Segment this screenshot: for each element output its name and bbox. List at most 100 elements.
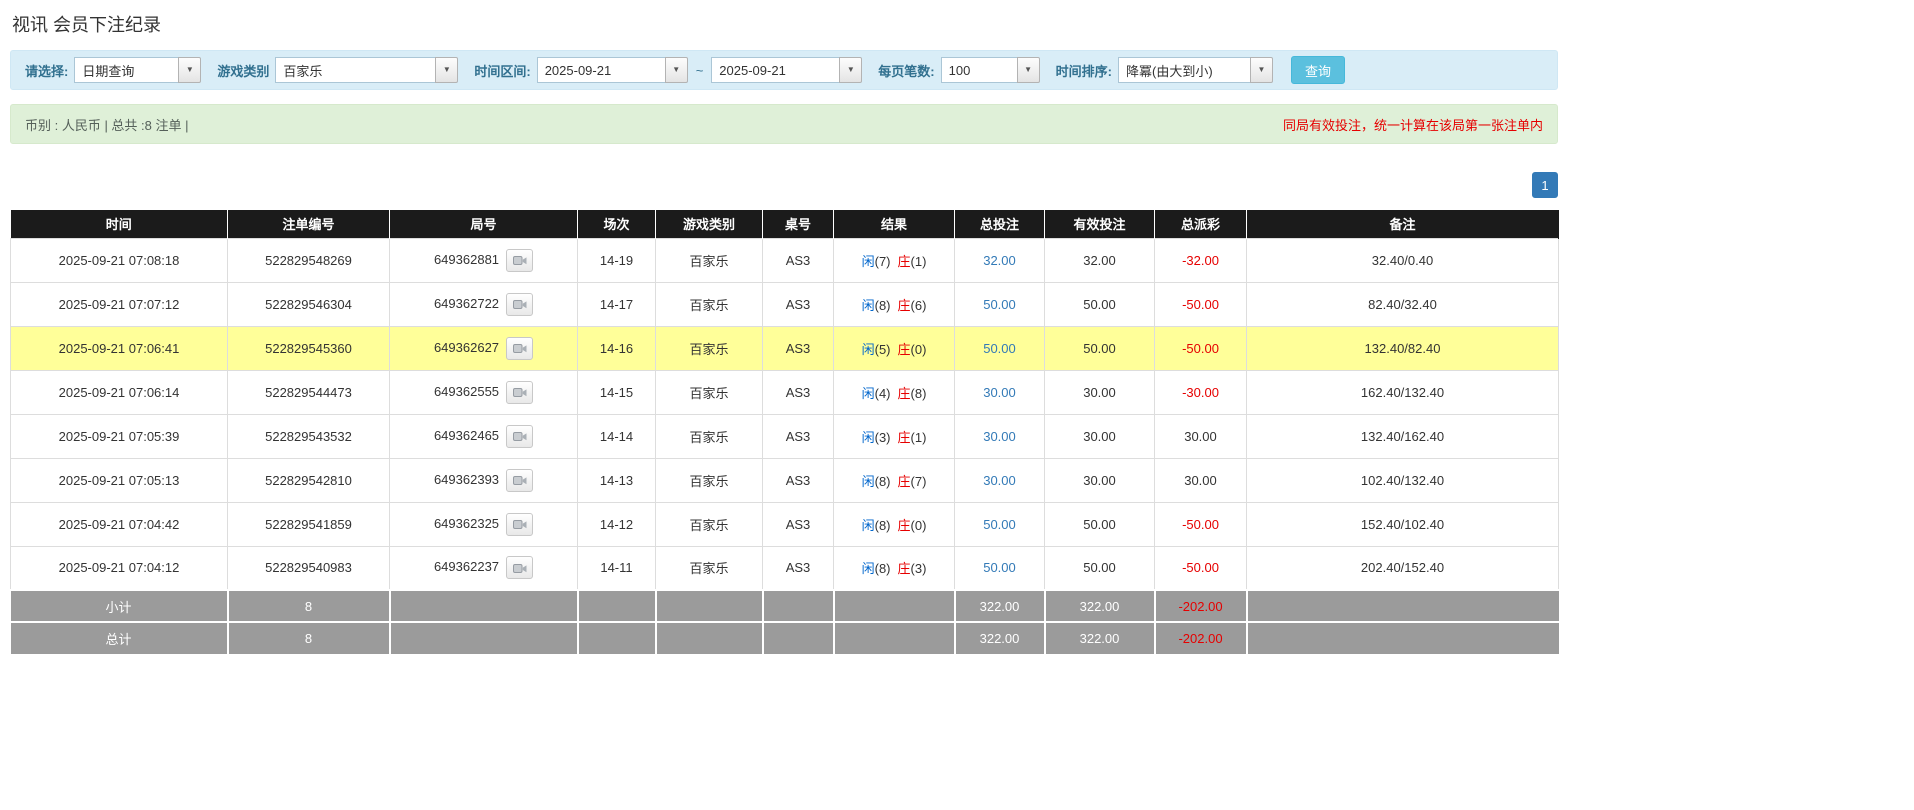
- video-camera-icon: [512, 342, 527, 354]
- date-to-dropdown-button[interactable]: ▼: [839, 57, 863, 83]
- video-replay-button[interactable]: [506, 512, 534, 536]
- cell-table-no: AS3: [762, 325, 834, 371]
- video-camera-icon: [512, 562, 527, 574]
- video-replay-button[interactable]: [506, 248, 534, 272]
- search-button[interactable]: 查询: [1290, 56, 1345, 84]
- video-replay-button[interactable]: [506, 556, 534, 580]
- select-type-dropdown-button[interactable]: ▼: [178, 57, 202, 83]
- result-banker-count: (0): [910, 517, 927, 533]
- header-note: 备注: [1246, 210, 1559, 238]
- video-camera-icon: [512, 474, 527, 486]
- video-replay-button[interactable]: [506, 292, 534, 316]
- game-type-dropdown-button[interactable]: ▼: [435, 57, 459, 83]
- result-player-count: (8): [874, 561, 891, 577]
- table-row: 2025-09-21 07:08:18 522829548269 649362881…: [10, 237, 1559, 283]
- total-bet-link[interactable]: 50.00: [983, 517, 1016, 532]
- cell-bet-id: 522829542810: [227, 457, 390, 503]
- table-row: 2025-09-21 07:05:13 522829542810 649362393…: [10, 457, 1559, 503]
- cell-time: 2025-09-21 07:04:42: [10, 501, 228, 547]
- header-total-bet: 总投注: [954, 210, 1045, 238]
- cell-time: 2025-09-21 07:07:12: [10, 281, 228, 327]
- sort-order-combo: ▼: [1117, 57, 1273, 83]
- game-type-input[interactable]: [275, 57, 436, 83]
- cell-table-no: AS3: [762, 545, 834, 591]
- video-camera-icon: [512, 430, 527, 442]
- cell-result: 闲(8) 庄(3): [833, 545, 955, 591]
- pagination: 1: [10, 172, 1558, 198]
- sort-order-input[interactable]: [1117, 57, 1250, 83]
- select-type-input[interactable]: [74, 57, 179, 83]
- cell-table-no: AS3: [762, 457, 834, 503]
- sort-order-dropdown-button[interactable]: ▼: [1249, 57, 1273, 83]
- total-bet-link[interactable]: 30.00: [983, 385, 1016, 400]
- cell-game-type: 百家乐: [655, 237, 763, 283]
- cell-round: 649362465: [389, 413, 578, 459]
- summary-bar: 币别 : 人民币 | 总共 :8 注单 | 同局有效投注，统一计算在该局第一张注…: [10, 104, 1558, 144]
- result-player-count: (8): [874, 517, 891, 533]
- select-type-label: 请选择:: [25, 63, 69, 79]
- cell-round: 649362237: [389, 545, 578, 591]
- date-from-combo: ▼: [536, 57, 688, 83]
- cell-total-bet: 30.00: [954, 369, 1045, 415]
- total-bet-link[interactable]: 32.00: [983, 253, 1016, 268]
- cell-note: 202.40/152.40: [1246, 545, 1559, 591]
- total-bet-link[interactable]: 30.00: [983, 473, 1016, 488]
- cell-total-bet: 50.00: [954, 281, 1045, 327]
- total-bet-link[interactable]: 30.00: [983, 429, 1016, 444]
- page-size-label: 每页笔数:: [878, 63, 935, 79]
- result-banker-count: (1): [910, 429, 927, 445]
- cell-game-type: 百家乐: [655, 325, 763, 371]
- result-player-label: 闲: [861, 385, 875, 401]
- select-type-combo: ▼: [74, 57, 202, 83]
- result-player-label: 闲: [861, 561, 875, 577]
- cell-session: 14-15: [577, 369, 656, 415]
- table-row: 2025-09-21 07:04:12 522829540983 649362237…: [10, 545, 1559, 591]
- total-bet-link[interactable]: 50.00: [983, 297, 1016, 312]
- date-to-input[interactable]: [711, 57, 840, 83]
- game-type-combo: ▼: [275, 57, 459, 83]
- cell-game-type: 百家乐: [655, 369, 763, 415]
- cell-total-bet: 50.00: [954, 545, 1045, 591]
- pagination-page-1[interactable]: 1: [1532, 172, 1558, 198]
- cell-table-no: AS3: [762, 413, 834, 459]
- cell-payout: -50.00: [1154, 281, 1247, 327]
- cell-total-bet: 32.00: [954, 237, 1045, 283]
- header-session: 场次: [577, 210, 656, 238]
- cell-game-type: 百家乐: [655, 501, 763, 547]
- cell-table-no: AS3: [762, 369, 834, 415]
- cell-note: 102.40/132.40: [1246, 457, 1559, 503]
- cell-valid-bet: 50.00: [1044, 545, 1155, 591]
- subtotal-valid-bet: 322.00: [1044, 589, 1156, 622]
- result-player-count: (8): [874, 297, 891, 313]
- total-bet-link[interactable]: 50.00: [983, 341, 1016, 356]
- cell-round: 649362627: [389, 325, 578, 371]
- cell-note: 82.40/32.40: [1246, 281, 1559, 327]
- video-replay-button[interactable]: [506, 424, 534, 448]
- page-size-dropdown-button[interactable]: ▼: [1016, 57, 1040, 83]
- date-from-input[interactable]: [536, 57, 665, 83]
- table-row: 2025-09-21 07:07:12 522829546304 649362722…: [10, 281, 1559, 327]
- header-payout: 总派彩: [1154, 210, 1247, 238]
- total-empty-cell: [655, 621, 764, 654]
- table-row: 2025-09-21 07:06:14 522829544473 649362555…: [10, 369, 1559, 415]
- round-number: 649362881: [433, 251, 500, 267]
- video-replay-button[interactable]: [506, 336, 534, 360]
- cell-table-no: AS3: [762, 237, 834, 283]
- header-valid-bet: 有效投注: [1044, 210, 1155, 238]
- result-banker-count: (7): [910, 473, 927, 489]
- cell-result: 闲(8) 庄(0): [833, 501, 955, 547]
- result-banker-label: 庄: [897, 297, 911, 313]
- date-from-dropdown-button[interactable]: ▼: [664, 57, 688, 83]
- result-banker-count: (6): [910, 297, 927, 313]
- cell-valid-bet: 30.00: [1044, 413, 1155, 459]
- total-bet-link[interactable]: 50.00: [983, 560, 1016, 575]
- video-replay-button[interactable]: [506, 380, 534, 404]
- page-size-input[interactable]: [940, 57, 1017, 83]
- total-empty-cell: [762, 621, 835, 654]
- cell-total-bet: 30.00: [954, 413, 1045, 459]
- round-number: 649362237: [433, 559, 500, 575]
- cell-result: 闲(3) 庄(1): [833, 413, 955, 459]
- table-header-row: 时间 注单编号 局号 场次 游戏类别 桌号 结果 总投注 有效投注 总派彩 备注: [10, 210, 1559, 238]
- video-replay-button[interactable]: [506, 468, 534, 492]
- result-player-label: 闲: [861, 473, 875, 489]
